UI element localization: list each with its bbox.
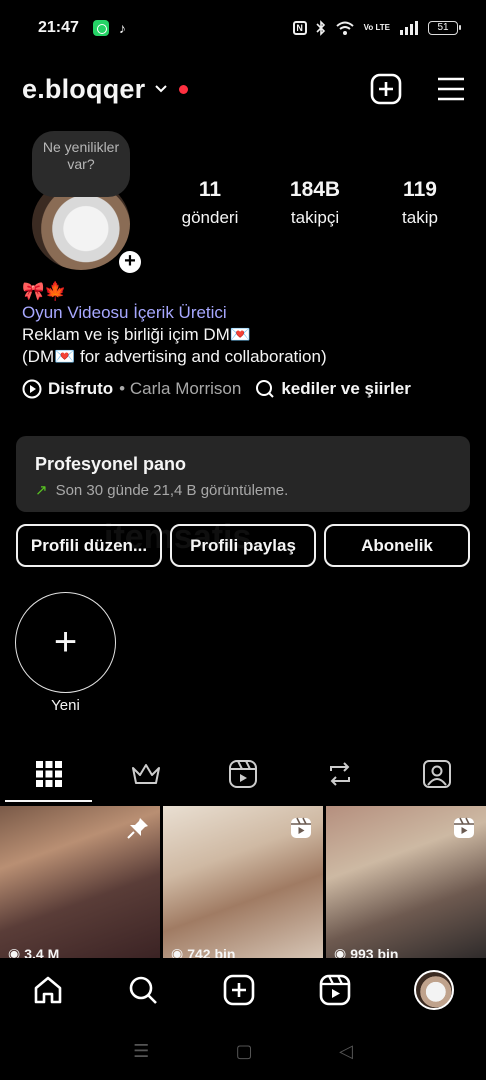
profile-nav-avatar[interactable]: [414, 970, 455, 1010]
chevron-down-icon[interactable]: [153, 81, 169, 97]
bio-category[interactable]: Oyun Videosu İçerik Üretici: [22, 302, 472, 324]
stat-value: 119: [403, 178, 437, 201]
views-count: 742 bin: [187, 945, 236, 959]
views-count: 3,4 M: [24, 945, 60, 959]
profile-header: e.bloqqer: [22, 64, 466, 114]
profile-tabs: [0, 744, 486, 804]
crown-icon: [131, 764, 160, 784]
post-views: ◉ 993 bin: [334, 945, 398, 958]
battery-icon: 51: [428, 21, 461, 35]
post-views: ◉ 3,4 M: [8, 945, 59, 958]
tagged-user-icon: [423, 760, 452, 788]
tab-tagged[interactable]: [389, 744, 486, 804]
tiktok-icon: ♪: [118, 20, 126, 36]
new-highlight-label: Yeni: [51, 697, 80, 714]
bio-line: Reklam ve iş birliği içim DM💌: [22, 325, 251, 344]
post-thumbnail[interactable]: ◉ 742 bin: [163, 806, 323, 958]
tab-reposts[interactable]: [292, 744, 389, 804]
system-nav: ☰ ▢ ◁: [0, 1022, 486, 1080]
note-bubble[interactable]: Ne yenilikler var?: [32, 131, 130, 197]
bio-line: (DM💌 for advertising and collaboration): [22, 347, 327, 366]
search-icon[interactable]: [127, 974, 159, 1006]
bio-music-row: Disfruto • Carla Morrison kediler ve şii…: [22, 378, 472, 400]
menu-icon[interactable]: [436, 76, 466, 102]
stat-value: 11: [198, 178, 222, 201]
new-highlight[interactable]: + Yeni: [15, 592, 116, 714]
volte-icon: Vo LTE: [363, 23, 390, 32]
pin-icon: [127, 818, 148, 839]
home-system-icon[interactable]: ▢: [236, 1041, 253, 1062]
whatsapp-icon: [92, 20, 109, 36]
share-profile-button[interactable]: Profili paylaş: [170, 524, 316, 567]
bio-emoji: 🎀🍁: [22, 281, 67, 301]
dashboard-subtitle: Son 30 günde 21,4 B görüntüleme.: [55, 481, 289, 499]
profile-actions: Profili düzen... Profili paylaş Abonelik: [16, 524, 470, 567]
status-time: 21:47: [38, 19, 79, 36]
eye-icon: ◉: [8, 945, 21, 958]
eye-icon: ◉: [334, 945, 347, 958]
professional-dashboard[interactable]: Profesyonel pano ↗ Son 30 günde 21,4 B g…: [16, 436, 470, 512]
wifi-icon: [335, 21, 354, 35]
stat-following[interactable]: 119 takip: [380, 178, 460, 228]
create-post-icon[interactable]: [223, 974, 255, 1006]
back-icon[interactable]: ◁: [339, 1041, 353, 1062]
profile-stats: 11 gönderi 184B takipçi 119 takip: [170, 178, 460, 228]
notification-dot: [179, 84, 189, 94]
profile-song[interactable]: Disfruto: [48, 378, 113, 400]
new-post-icon[interactable]: [370, 73, 402, 105]
reels-icon: [291, 817, 311, 838]
plus-icon: +: [119, 251, 141, 273]
bottom-nav: [0, 958, 486, 1022]
signal-icon: [400, 21, 418, 35]
nfc-icon: N: [292, 21, 307, 35]
stat-label: takip: [402, 208, 438, 227]
repost-icon: [330, 762, 351, 786]
post-views: ◉ 742 bin: [171, 945, 235, 958]
views-count: 993 bin: [350, 945, 399, 959]
bluetooth-icon: [316, 20, 325, 36]
stat-followers[interactable]: 184B takipçi: [275, 178, 355, 228]
tab-subscriptions[interactable]: [97, 744, 194, 804]
stat-value: 184B: [289, 178, 341, 201]
subscription-button[interactable]: Abonelik: [324, 524, 470, 567]
status-bar: 21:47 ♪ N Vo LTE 51: [0, 0, 486, 56]
thread-search-icon: [256, 380, 275, 398]
recent-apps-icon[interactable]: ☰: [133, 1041, 149, 1062]
reels-icon: [229, 760, 257, 788]
profile-topic[interactable]: kediler ve şiirler: [281, 378, 410, 400]
add-highlight-icon[interactable]: +: [15, 592, 116, 693]
tab-reels[interactable]: [194, 744, 291, 804]
stat-label: gönderi: [181, 208, 239, 227]
play-circle-icon[interactable]: [22, 379, 42, 399]
eye-icon: ◉: [171, 945, 184, 958]
home-icon[interactable]: [32, 974, 64, 1006]
profile-artist[interactable]: • Carla Morrison: [119, 378, 241, 400]
post-thumbnail[interactable]: ◉ 993 bin: [326, 806, 486, 958]
username[interactable]: e.bloqqer: [22, 74, 145, 105]
dashboard-title: Profesyonel pano: [35, 454, 187, 474]
add-story-button[interactable]: +: [116, 248, 144, 276]
tab-grid[interactable]: [0, 744, 97, 804]
post-thumbnail[interactable]: ◉ 3,4 M: [0, 806, 160, 958]
edit-profile-button[interactable]: Profili düzen...: [16, 524, 162, 567]
profile-bio: 🎀🍁 Oyun Videosu İçerik Üretici Reklam ve…: [22, 280, 472, 400]
reels-nav-icon[interactable]: [319, 974, 351, 1006]
stat-label: takipçi: [290, 208, 340, 227]
post-grid: ◉ 3,4 M ◉ 742 bin ◉ 993 bin: [0, 806, 486, 958]
stat-posts[interactable]: 11 gönderi: [170, 178, 250, 228]
trend-up-icon: ↗: [35, 482, 48, 499]
reels-icon: [454, 817, 474, 838]
grid-icon: [35, 761, 62, 787]
